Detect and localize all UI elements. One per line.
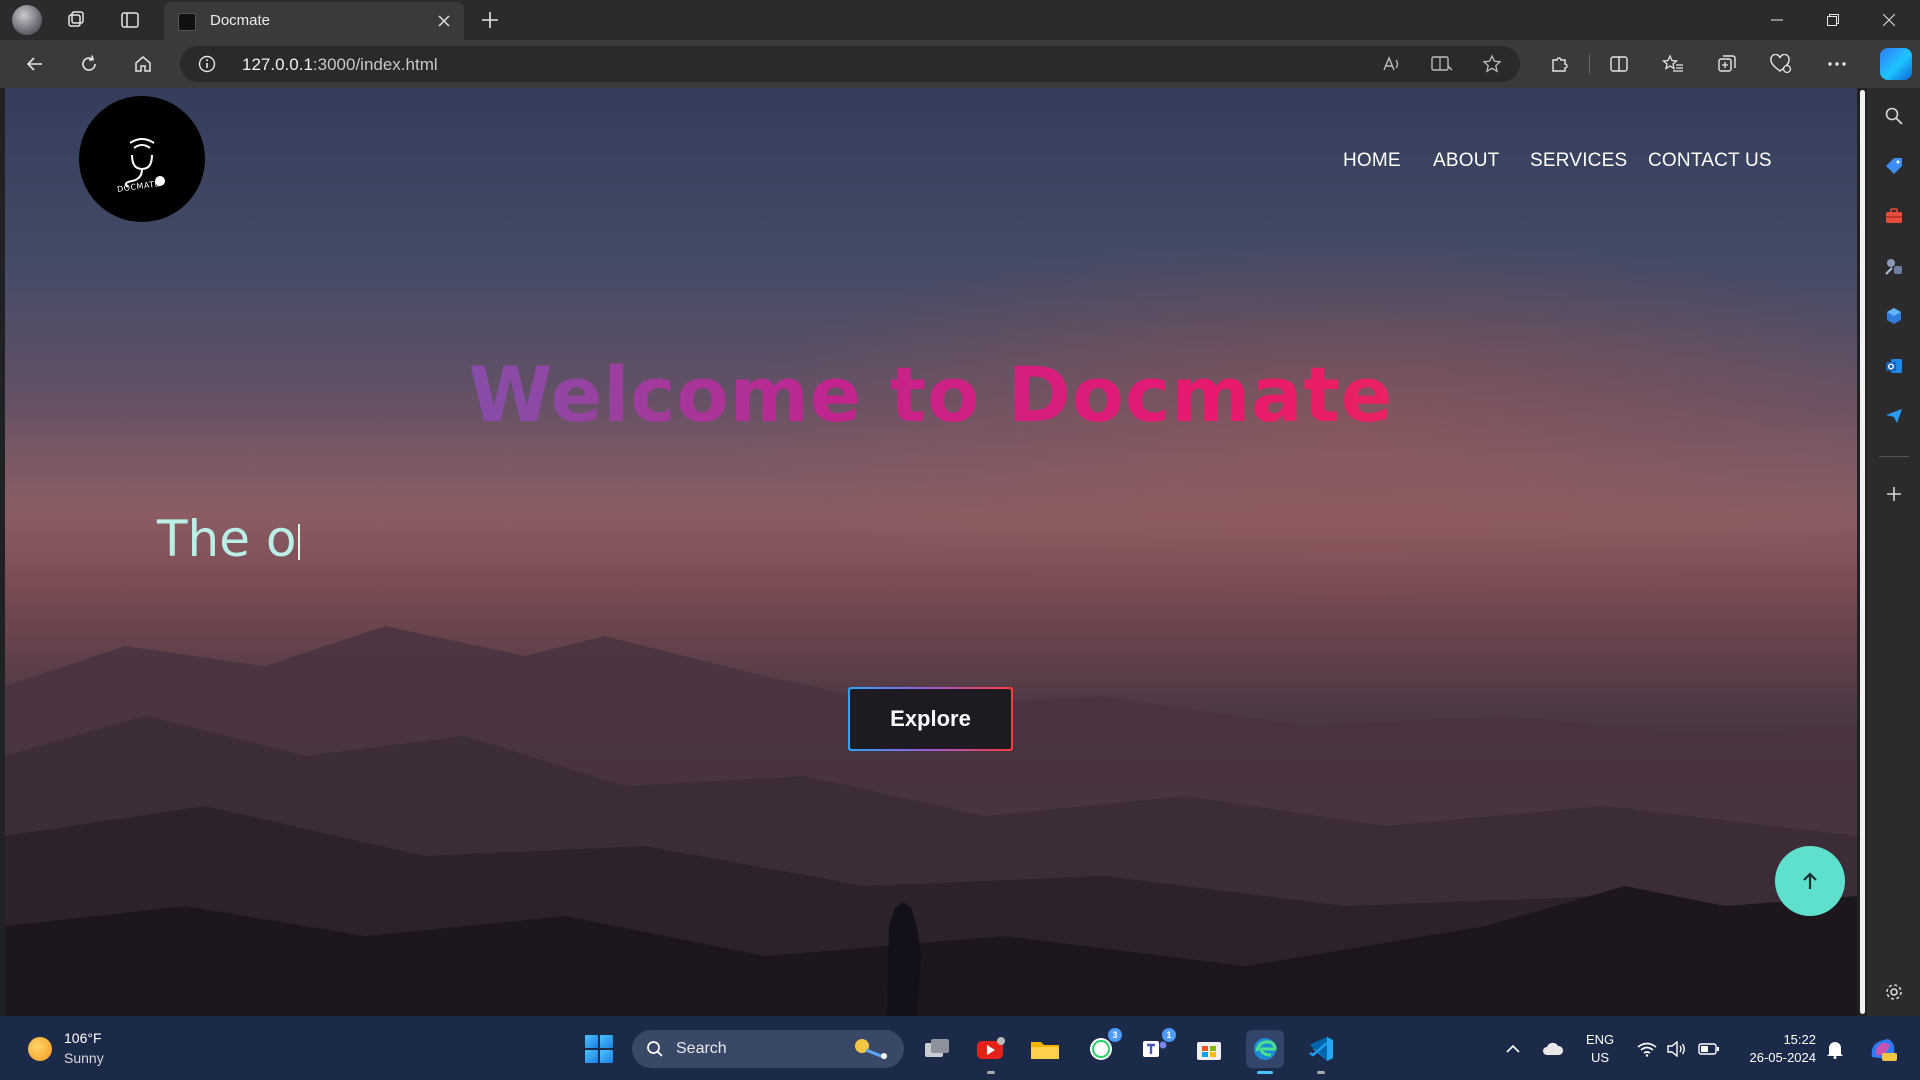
text-cursor: [298, 524, 301, 560]
volume-speaker-icon[interactable]: [1666, 1038, 1688, 1060]
page-scrollbar[interactable]: [1857, 88, 1867, 1016]
nav-about[interactable]: ABOUT: [1433, 150, 1499, 172]
battery-icon[interactable]: [1698, 1038, 1720, 1060]
minimize-icon[interactable]: [1750, 0, 1804, 40]
taskbar-whatsapp-icon[interactable]: 3: [1082, 1028, 1122, 1068]
input-language-indicator[interactable]: ENG US: [1586, 1031, 1614, 1067]
refresh-icon[interactable]: [74, 50, 104, 78]
hero-title: Welcome to Docmate: [5, 350, 1857, 439]
search-icon: [647, 1041, 663, 1057]
taskbar-edge-icon[interactable]: [1246, 1030, 1284, 1074]
windows-start-icon[interactable]: [585, 1035, 613, 1063]
edge-sidebar: [1867, 88, 1920, 1016]
taskbar-teams-icon[interactable]: 1: [1136, 1028, 1176, 1068]
sidebar-divider: [1879, 456, 1909, 457]
taskbar-task-view-icon[interactable]: [918, 1030, 956, 1068]
nav-services[interactable]: SERVICES: [1530, 150, 1627, 172]
scroll-to-top-button[interactable]: [1775, 846, 1845, 916]
scrollbar-thumb[interactable]: [1860, 90, 1865, 1014]
onedrive-cloud-icon[interactable]: [1542, 1038, 1564, 1060]
collections-icon[interactable]: [1712, 50, 1742, 78]
sidebar-microsoft-365-icon[interactable]: [1882, 304, 1906, 328]
sidebar-settings-gear-icon[interactable]: [1882, 980, 1906, 1004]
nav-contact-us[interactable]: CONTACT US: [1648, 150, 1772, 172]
site-info-icon[interactable]: [198, 55, 216, 73]
arrow-up-icon: [1803, 872, 1817, 889]
restore-icon[interactable]: [1806, 0, 1860, 40]
notification-bell-icon[interactable]: [1824, 1038, 1846, 1060]
url-text[interactable]: 127.0.0.1:3000/index.html: [242, 55, 438, 75]
page-viewport: DOCMATE HOME ABOUT SERVICES CONTACT US W…: [5, 88, 1857, 1016]
browser-toolbar: 127.0.0.1:3000/index.html: [0, 40, 1920, 88]
edge-running-indicator: [1257, 1071, 1273, 1074]
sidebar-games-icon[interactable]: [1882, 254, 1906, 278]
sidebar-tools-briefcase-icon[interactable]: [1882, 204, 1906, 228]
vscode-running-indicator: [1317, 1071, 1325, 1074]
search-label: Search: [676, 1040, 727, 1057]
taskbar-youtube-icon[interactable]: [972, 1030, 1010, 1074]
system-clock[interactable]: 15:22 26-05-2024: [1738, 1031, 1817, 1067]
wifi-icon[interactable]: [1636, 1038, 1658, 1060]
favorites-list-icon[interactable]: [1658, 50, 1688, 78]
more-options-icon[interactable]: [1822, 50, 1852, 78]
docmate-logo[interactable]: DOCMATE: [79, 96, 205, 222]
nav-home[interactable]: HOME: [1343, 150, 1401, 172]
docmate-favicon-icon: [178, 13, 196, 31]
explore-button-label: Explore: [850, 689, 1011, 749]
tab-docmate[interactable]: Docmate: [164, 2, 464, 40]
taskbar-vscode-icon[interactable]: [1302, 1030, 1340, 1074]
search-highlight-badminton-icon: [855, 1039, 887, 1060]
tab-strip: Docmate: [0, 0, 1920, 40]
tab-title: Docmate: [210, 12, 271, 29]
typed-tagline: The o: [157, 510, 301, 568]
sun-weather-icon[interactable]: [28, 1037, 52, 1061]
profile-avatar[interactable]: [12, 5, 42, 35]
close-window-icon[interactable]: [1862, 0, 1916, 40]
sidebar-outlook-icon[interactable]: [1882, 354, 1906, 378]
favorite-star-icon[interactable]: [1480, 53, 1504, 75]
extensions-puzzle-icon[interactable]: [1544, 50, 1574, 78]
read-aloud-icon[interactable]: [1380, 53, 1404, 75]
immersive-reader-icon[interactable]: [1430, 53, 1454, 75]
whatsapp-notification-badge: 3: [1108, 1028, 1122, 1042]
sidebar-add-icon[interactable]: [1882, 482, 1906, 506]
windows-taskbar: 106°F Sunny Search 3 1 ENG US 15:22 26-0…: [0, 1016, 1920, 1080]
weather-description[interactable]: Sunny: [64, 1050, 104, 1066]
stethoscope-wifi-logo-icon: [124, 138, 165, 188]
explore-button[interactable]: Explore: [848, 687, 1013, 751]
copilot-preview-icon[interactable]: [1868, 1034, 1898, 1064]
sidebar-search-icon[interactable]: [1882, 104, 1906, 128]
youtube-running-indicator: [987, 1071, 995, 1074]
weather-temperature[interactable]: 106°F: [64, 1030, 102, 1046]
address-bar[interactable]: 127.0.0.1:3000/index.html: [180, 46, 1520, 82]
close-tab-icon[interactable]: [434, 11, 454, 31]
toolbar-divider: [1589, 54, 1590, 74]
tab-actions-icon[interactable]: [116, 6, 144, 34]
taskbar-microsoft-store-icon[interactable]: [1190, 1030, 1228, 1068]
show-hidden-icons-chevron-icon[interactable]: [1502, 1038, 1524, 1060]
workspaces-icon[interactable]: [62, 6, 90, 34]
back-arrow-icon[interactable]: [20, 50, 50, 78]
split-screen-icon[interactable]: [1604, 50, 1634, 78]
sidebar-shopping-tag-icon[interactable]: [1882, 154, 1906, 178]
browser-essentials-heart-icon[interactable]: [1766, 50, 1796, 78]
teams-notification-badge: 1: [1162, 1028, 1176, 1042]
new-tab-plus-icon[interactable]: [476, 6, 504, 34]
taskbar-file-explorer-icon[interactable]: [1026, 1030, 1064, 1068]
home-icon[interactable]: [128, 50, 158, 78]
sidebar-send-icon[interactable]: [1882, 404, 1906, 428]
copilot-icon[interactable]: [1880, 48, 1912, 80]
taskbar-search[interactable]: Search: [632, 1030, 904, 1068]
